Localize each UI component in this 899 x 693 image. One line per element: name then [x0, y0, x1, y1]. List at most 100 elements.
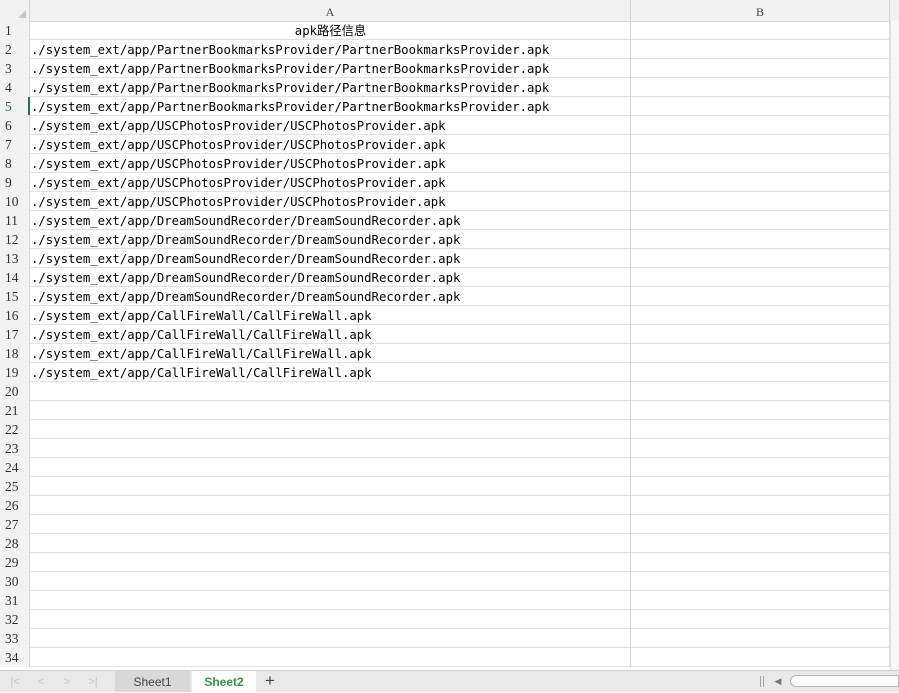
row-header[interactable]: 24: [0, 458, 30, 477]
row-header[interactable]: 27: [0, 515, 30, 534]
row-header[interactable]: 30: [0, 572, 30, 591]
row-header[interactable]: 8: [0, 154, 30, 173]
row-header[interactable]: 29: [0, 553, 30, 572]
cell-b[interactable]: [631, 344, 890, 363]
cell-a[interactable]: ./system_ext/app/USCPhotosProvider/USCPh…: [30, 173, 631, 192]
cell-b[interactable]: [631, 534, 890, 553]
row-header[interactable]: 18: [0, 344, 30, 363]
row-header[interactable]: 25: [0, 477, 30, 496]
cell-b[interactable]: [631, 249, 890, 268]
cell-b[interactable]: [631, 40, 890, 59]
vertical-scrollbar[interactable]: [890, 21, 899, 670]
cell-b[interactable]: [631, 325, 890, 344]
cell-b[interactable]: [631, 306, 890, 325]
row-header[interactable]: 6: [0, 116, 30, 135]
cell-b[interactable]: [631, 439, 890, 458]
cell-a[interactable]: [30, 629, 631, 648]
cell-b[interactable]: [631, 97, 890, 116]
column-header-a[interactable]: A: [30, 0, 631, 21]
cell-b[interactable]: [631, 78, 890, 97]
cell-b[interactable]: [631, 553, 890, 572]
row-header[interactable]: 2: [0, 40, 30, 59]
row-header[interactable]: 7: [0, 135, 30, 154]
row-header[interactable]: 11: [0, 211, 30, 230]
cell-a[interactable]: [30, 439, 631, 458]
row-header[interactable]: 1: [0, 21, 30, 40]
cell-b[interactable]: [631, 401, 890, 420]
cell-a[interactable]: [30, 420, 631, 439]
cell-b[interactable]: [631, 287, 890, 306]
row-header[interactable]: 3: [0, 59, 30, 78]
cell-a[interactable]: [30, 610, 631, 629]
cell-a[interactable]: ./system_ext/app/DreamSoundRecorder/Drea…: [30, 287, 631, 306]
cell-a[interactable]: [30, 591, 631, 610]
cell-b[interactable]: [631, 173, 890, 192]
cell-b[interactable]: [631, 363, 890, 382]
row-header[interactable]: 13: [0, 249, 30, 268]
cell-b[interactable]: [631, 154, 890, 173]
row-header[interactable]: 17: [0, 325, 30, 344]
scroll-left-icon[interactable]: ◀: [772, 674, 784, 689]
cell-a[interactable]: [30, 477, 631, 496]
row-header[interactable]: 32: [0, 610, 30, 629]
cell-a[interactable]: ./system_ext/app/DreamSoundRecorder/Drea…: [30, 230, 631, 249]
add-sheet-button[interactable]: +: [262, 672, 278, 690]
cell-b[interactable]: [631, 610, 890, 629]
cell-a[interactable]: ./system_ext/app/CallFireWall/CallFireWa…: [30, 325, 631, 344]
row-header[interactable]: 9: [0, 173, 30, 192]
row-header[interactable]: 23: [0, 439, 30, 458]
cell-b[interactable]: [631, 629, 890, 648]
row-header[interactable]: 31: [0, 591, 30, 610]
cell-a[interactable]: ./system_ext/app/DreamSoundRecorder/Drea…: [30, 249, 631, 268]
cell-b[interactable]: [631, 192, 890, 211]
row-header[interactable]: 33: [0, 629, 30, 648]
row-header[interactable]: 22: [0, 420, 30, 439]
cell-a[interactable]: [30, 648, 631, 667]
cell-b[interactable]: [631, 135, 890, 154]
row-header[interactable]: 10: [0, 192, 30, 211]
row-header[interactable]: 34: [0, 648, 30, 667]
cell-b[interactable]: [631, 648, 890, 667]
cell-b[interactable]: [631, 458, 890, 477]
cell-a[interactable]: [30, 496, 631, 515]
cell-b[interactable]: [631, 515, 890, 534]
tab-sheet2[interactable]: Sheet2: [192, 671, 256, 692]
cell-a[interactable]: ./system_ext/app/CallFireWall/CallFireWa…: [30, 363, 631, 382]
cell-b[interactable]: [631, 591, 890, 610]
next-sheet-icon[interactable]: >: [58, 674, 76, 690]
header-cell[interactable]: apk路径信息: [30, 21, 631, 40]
cell-b[interactable]: [631, 21, 890, 40]
first-sheet-icon[interactable]: |<: [6, 674, 24, 690]
cell-b[interactable]: [631, 211, 890, 230]
cell-b[interactable]: [631, 572, 890, 591]
cell-b[interactable]: [631, 230, 890, 249]
cell-a[interactable]: ./system_ext/app/CallFireWall/CallFireWa…: [30, 344, 631, 363]
cell-a[interactable]: [30, 382, 631, 401]
row-header[interactable]: 20: [0, 382, 30, 401]
row-header[interactable]: 21: [0, 401, 30, 420]
cell-a[interactable]: ./system_ext/app/USCPhotosProvider/USCPh…: [30, 192, 631, 211]
cell-a[interactable]: [30, 553, 631, 572]
cell-a[interactable]: ./system_ext/app/DreamSoundRecorder/Drea…: [30, 211, 631, 230]
row-header[interactable]: 28: [0, 534, 30, 553]
select-all-corner[interactable]: [0, 0, 30, 21]
last-sheet-icon[interactable]: >|: [84, 674, 102, 690]
cell-b[interactable]: [631, 420, 890, 439]
cell-a[interactable]: ./system_ext/app/PartnerBookmarksProvide…: [30, 40, 631, 59]
cell-b[interactable]: [631, 477, 890, 496]
tab-sheet1[interactable]: Sheet1: [115, 671, 190, 692]
row-header[interactable]: 16: [0, 306, 30, 325]
cell-a[interactable]: ./system_ext/app/DreamSoundRecorder/Drea…: [30, 268, 631, 287]
cell-a[interactable]: [30, 458, 631, 477]
column-header-b[interactable]: B: [631, 0, 890, 21]
cell-a[interactable]: ./system_ext/app/CallFireWall/CallFireWa…: [30, 306, 631, 325]
cell-a[interactable]: ./system_ext/app/PartnerBookmarksProvide…: [30, 78, 631, 97]
row-header[interactable]: 19: [0, 363, 30, 382]
cell-b[interactable]: [631, 496, 890, 515]
cell-a[interactable]: [30, 401, 631, 420]
row-header[interactable]: 4: [0, 78, 30, 97]
prev-sheet-icon[interactable]: <: [32, 674, 50, 690]
cell-b[interactable]: [631, 59, 890, 78]
cell-a[interactable]: ./system_ext/app/USCPhotosProvider/USCPh…: [30, 135, 631, 154]
cell-b[interactable]: [631, 268, 890, 287]
